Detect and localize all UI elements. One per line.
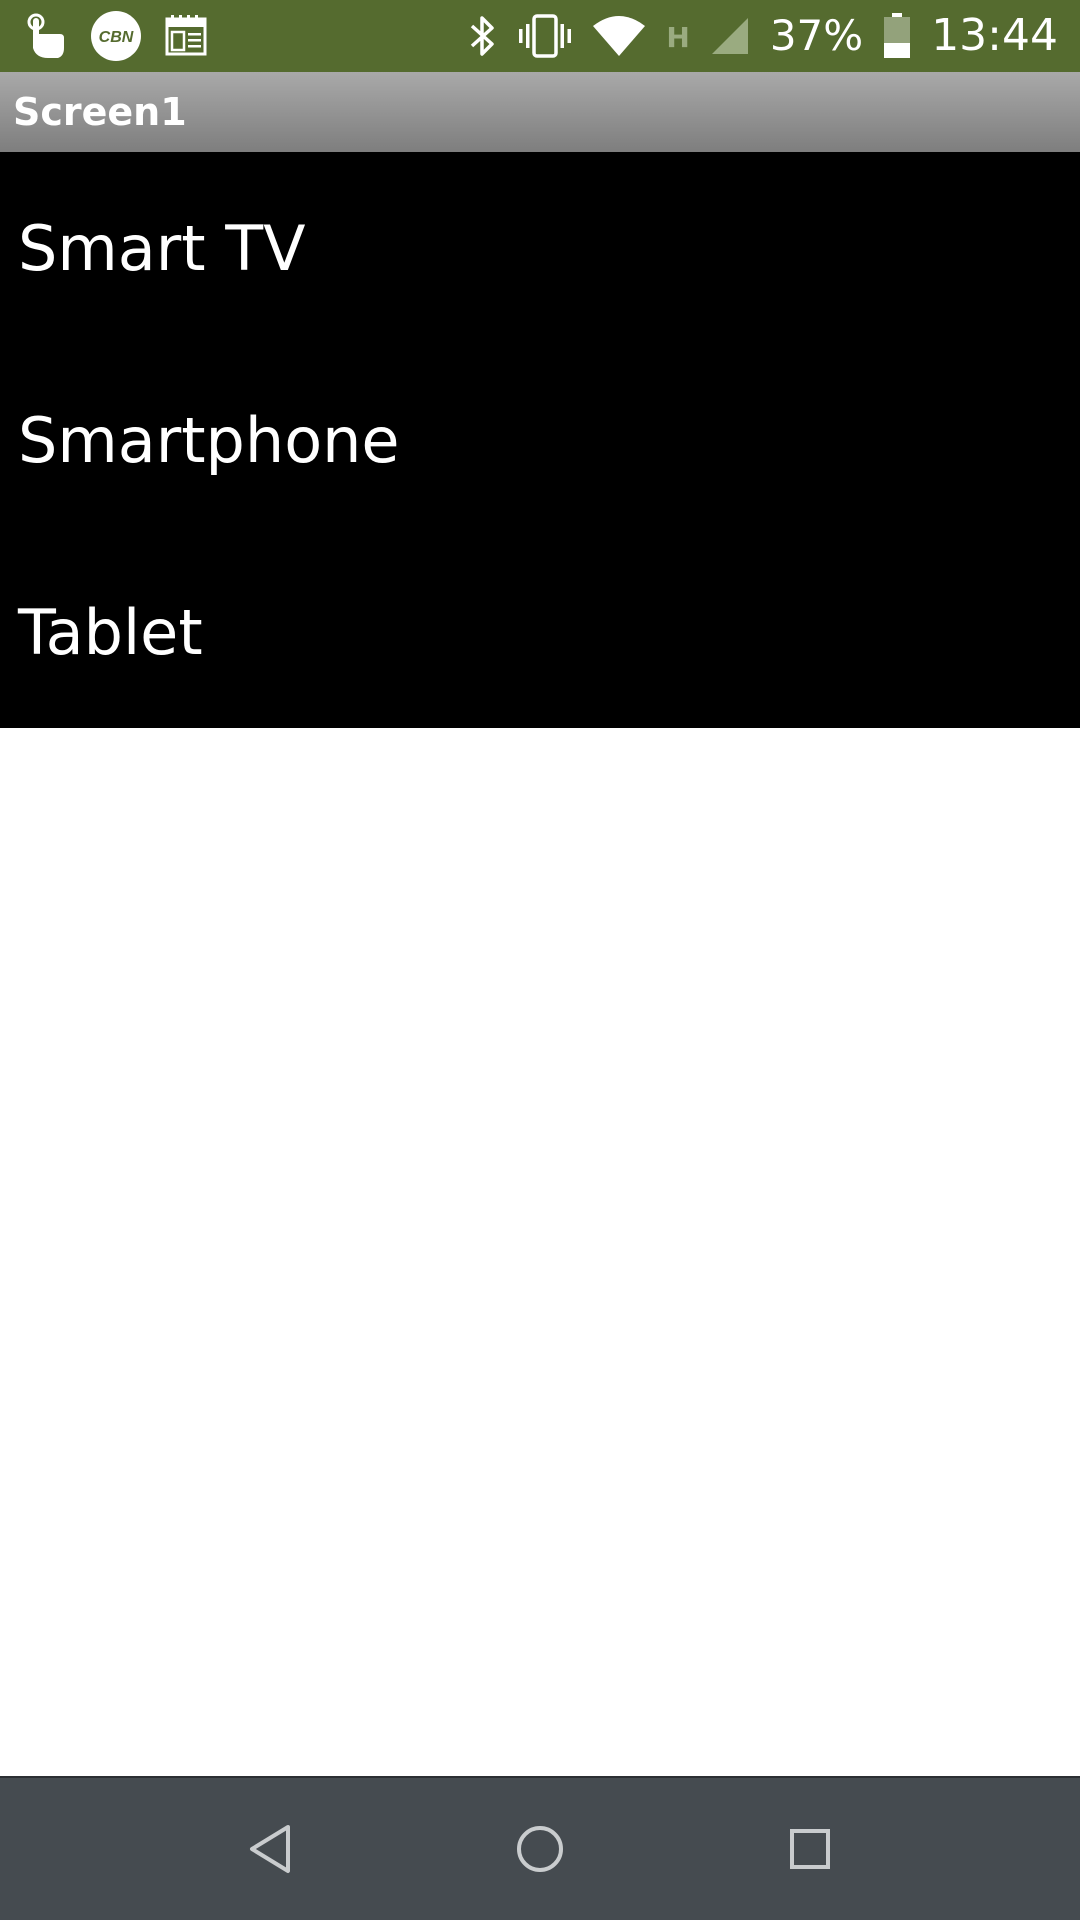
home-button[interactable]: [492, 1801, 588, 1897]
status-right-icons: H 37% 13:44: [468, 13, 1058, 59]
cbn-label: CBN: [99, 29, 134, 46]
recents-button[interactable]: [762, 1801, 858, 1897]
status-bar: CBN H 37% 13:44: [0, 0, 1080, 72]
calendar-icon: [164, 14, 208, 58]
list-item-smartphone[interactable]: Smartphone: [0, 344, 1080, 536]
network-type-label: H: [666, 21, 690, 54]
bluetooth-icon: [468, 14, 498, 58]
device-list: Smart TV Smartphone Tablet: [0, 152, 1080, 728]
back-button[interactable]: [222, 1801, 318, 1897]
cbn-app-icon: CBN: [90, 10, 142, 62]
screen-title: Screen1: [13, 90, 187, 134]
touch-hand-icon: [22, 12, 68, 60]
list-item-tablet[interactable]: Tablet: [0, 536, 1080, 728]
navigation-bar: [0, 1776, 1080, 1920]
vibrate-icon: [518, 14, 572, 58]
status-time: 13:44: [931, 10, 1058, 61]
back-icon: [246, 1823, 294, 1875]
title-bar: Screen1: [0, 72, 1080, 152]
battery-icon: [883, 13, 911, 59]
list-item-smart-tv[interactable]: Smart TV: [0, 152, 1080, 344]
battery-percent: 37%: [769, 11, 864, 60]
wifi-icon: [592, 14, 646, 58]
network-h-icon: H: [666, 21, 689, 54]
recents-icon: [787, 1826, 833, 1872]
status-left-icons: CBN: [22, 10, 208, 62]
signal-icon: [710, 16, 750, 56]
home-icon: [514, 1823, 566, 1875]
